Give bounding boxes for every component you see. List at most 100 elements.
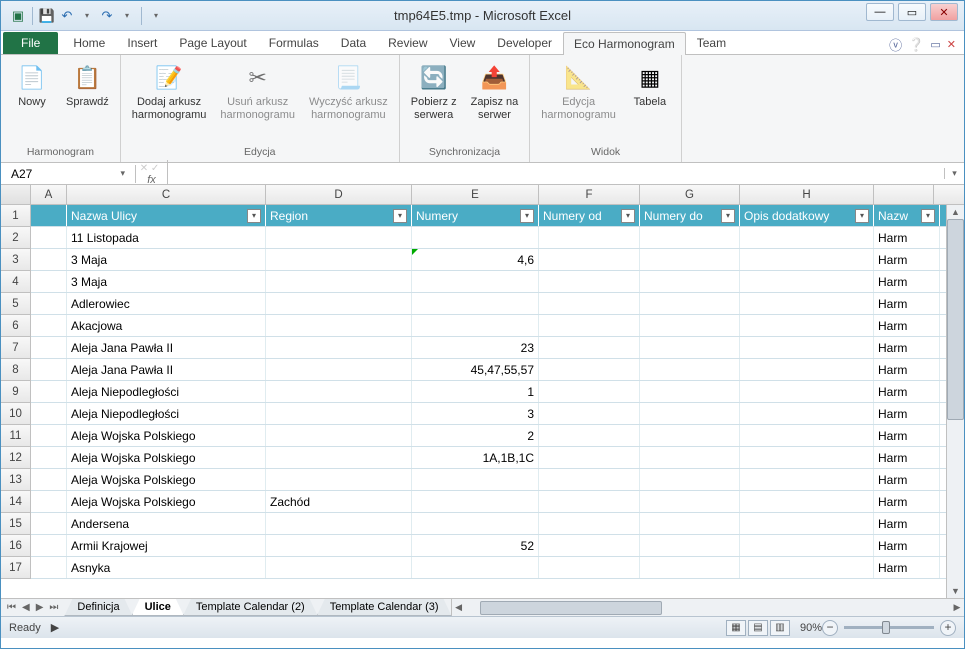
cell[interactable] (640, 381, 740, 402)
cell[interactable] (266, 513, 412, 534)
excel-icon[interactable]: ▣ (9, 7, 27, 25)
cell[interactable] (266, 293, 412, 314)
filter-dropdown-icon[interactable]: ▾ (921, 209, 935, 223)
row-header[interactable]: 8 (1, 359, 31, 381)
cell[interactable]: Adlerowiec (67, 293, 266, 314)
cell[interactable] (539, 425, 640, 446)
cell[interactable] (412, 513, 539, 534)
tab-eco-harmonogram[interactable]: Eco Harmonogram (563, 32, 686, 55)
cell[interactable]: Aleja Niepodległości (67, 381, 266, 402)
ribbon-btn-nowy[interactable]: 📄Nowy (7, 59, 57, 112)
cell[interactable] (539, 249, 640, 270)
col-header-i[interactable] (874, 185, 934, 204)
cell[interactable] (640, 359, 740, 380)
cell[interactable] (740, 425, 874, 446)
sheet-first-icon[interactable]: ⏮ (5, 602, 18, 613)
ribbon-btn-zapisz-na[interactable]: 📤Zapisz na serwer (466, 59, 524, 125)
cell[interactable]: 1A,1B,1C (412, 447, 539, 468)
cell[interactable]: 1 (412, 381, 539, 402)
formula-input[interactable] (168, 172, 944, 176)
cell[interactable] (640, 557, 740, 578)
cell[interactable]: 3 Maja (67, 271, 266, 292)
cell[interactable] (412, 491, 539, 512)
cell[interactable] (640, 425, 740, 446)
cell[interactable] (31, 205, 67, 226)
cell[interactable]: Harm (874, 249, 940, 270)
cell[interactable] (31, 491, 67, 512)
row-header[interactable]: 13 (1, 469, 31, 491)
cell[interactable] (266, 271, 412, 292)
formula-expand-icon[interactable]: ▾ (944, 168, 964, 179)
cell[interactable] (539, 491, 640, 512)
cell[interactable] (31, 557, 67, 578)
cell[interactable] (266, 403, 412, 424)
cell[interactable] (740, 447, 874, 468)
col-header-d[interactable]: D (266, 185, 412, 204)
cell[interactable]: Harm (874, 315, 940, 336)
scroll-down-icon[interactable]: ▼ (947, 584, 964, 598)
sheet-tab-template-calendar-3-[interactable]: Template Calendar (3) (317, 599, 452, 616)
cell[interactable] (740, 315, 874, 336)
page-break-view-button[interactable]: ▥ (770, 620, 790, 636)
zoom-level[interactable]: 90% (800, 622, 822, 634)
undo-icon[interactable]: ↶ (58, 7, 76, 25)
name-box-dropdown-icon[interactable]: ▾ (120, 168, 125, 179)
cell[interactable] (740, 491, 874, 512)
sheet-last-icon[interactable]: ⏭ (47, 602, 60, 613)
cell[interactable] (31, 425, 67, 446)
cell[interactable] (740, 227, 874, 248)
cell[interactable]: 23 (412, 337, 539, 358)
row-header[interactable]: 15 (1, 513, 31, 535)
col-header-e[interactable]: E (412, 185, 539, 204)
cell[interactable] (539, 557, 640, 578)
cell[interactable] (740, 271, 874, 292)
close-button[interactable]: ✕ (930, 3, 958, 21)
cell[interactable] (412, 469, 539, 490)
cell[interactable]: Numery od▾ (539, 205, 640, 226)
cell[interactable]: Region▾ (266, 205, 412, 226)
cell[interactable] (640, 469, 740, 490)
row-header[interactable]: 10 (1, 403, 31, 425)
sheet-prev-icon[interactable]: ◀ (20, 602, 32, 613)
scroll-right-icon[interactable]: ▶ (950, 602, 964, 613)
cell[interactable] (31, 469, 67, 490)
col-header-h[interactable]: H (740, 185, 874, 204)
name-box[interactable]: A27 ▾ (1, 165, 136, 183)
redo-icon[interactable]: ↷ (98, 7, 116, 25)
horizontal-scrollbar[interactable]: ◀ ▶ (451, 599, 964, 616)
col-header-f[interactable]: F (539, 185, 640, 204)
cell[interactable] (31, 227, 67, 248)
maximize-button[interactable]: ▭ (898, 3, 926, 21)
cell[interactable] (31, 381, 67, 402)
cell[interactable]: Harm (874, 535, 940, 556)
minimize-ribbon-icon[interactable]: ⓥ (889, 35, 902, 54)
col-header-a[interactable]: A (31, 185, 67, 204)
cell[interactable] (539, 469, 640, 490)
cell[interactable]: Asnyka (67, 557, 266, 578)
cell[interactable]: 11 Listopada (67, 227, 266, 248)
normal-view-button[interactable]: ▦ (726, 620, 746, 636)
cell[interactable]: Harm (874, 337, 940, 358)
row-header[interactable]: 3 (1, 249, 31, 271)
cell[interactable] (740, 249, 874, 270)
hscroll-thumb[interactable] (480, 601, 663, 615)
redo-dd-icon[interactable]: ▾ (118, 7, 136, 25)
row-header[interactable]: 17 (1, 557, 31, 579)
cell[interactable] (266, 425, 412, 446)
cell[interactable] (640, 315, 740, 336)
cell[interactable]: Aleja Wojska Polskiego (67, 447, 266, 468)
cell[interactable]: Harm (874, 513, 940, 534)
cell[interactable] (640, 403, 740, 424)
cell[interactable] (412, 227, 539, 248)
cell[interactable]: Numery do▾ (640, 205, 740, 226)
cell[interactable] (740, 293, 874, 314)
row-header[interactable]: 6 (1, 315, 31, 337)
row-header[interactable]: 4 (1, 271, 31, 293)
page-layout-view-button[interactable]: ▤ (748, 620, 768, 636)
cell[interactable] (31, 359, 67, 380)
ribbon-btn-dodaj-arkusz[interactable]: 📝Dodaj arkusz harmonogramu (127, 59, 212, 125)
row-header[interactable]: 16 (1, 535, 31, 557)
filter-dropdown-icon[interactable]: ▾ (855, 209, 869, 223)
row-header[interactable]: 2 (1, 227, 31, 249)
zoom-in-button[interactable]: + (940, 620, 956, 636)
